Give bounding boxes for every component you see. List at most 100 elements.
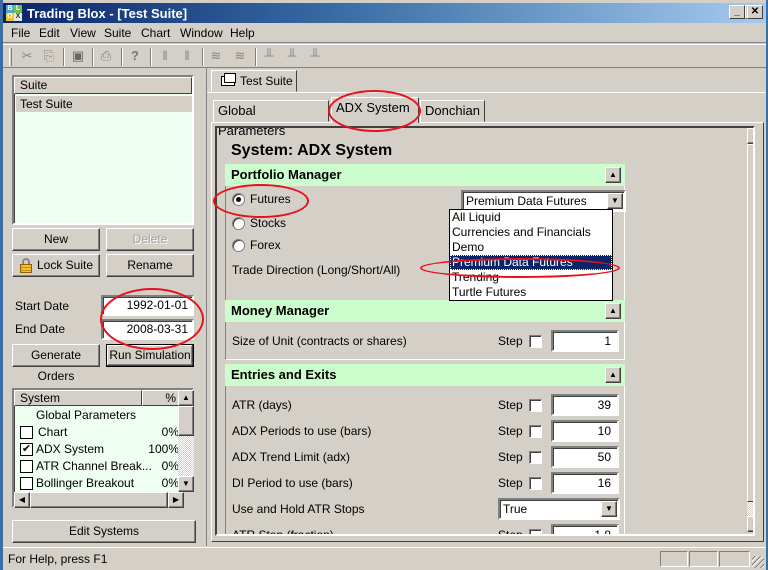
suite-list[interactable]: Suite Test Suite [12, 75, 194, 225]
scroll-up-button[interactable]: ▲ [747, 128, 753, 144]
end-date-input[interactable]: 2008-03-31 [101, 319, 194, 340]
step-checkbox[interactable] [529, 451, 542, 464]
system-list-item[interactable]: Chart 0% [14, 424, 179, 441]
system-group-global[interactable]: Global Parameters [14, 407, 179, 424]
system-checkbox[interactable] [20, 477, 33, 490]
new-suite-button[interactable]: New [12, 228, 100, 251]
paste-icon[interactable]: ▣ [70, 48, 86, 64]
system-checkbox-checked[interactable]: ✔ [20, 443, 33, 456]
entries-exits-header[interactable]: Entries and Exits ▲ [225, 364, 625, 386]
trades-chart-icon[interactable]: ╨ [261, 48, 277, 64]
menu-view[interactable]: View [70, 26, 96, 40]
resize-grip-icon[interactable] [752, 556, 764, 568]
portfolio-manager-header[interactable]: Portfolio Manager ▲ [225, 164, 625, 186]
hold-atr-stops-select[interactable]: True ▼ [498, 498, 620, 520]
menu-edit[interactable]: Edit [39, 26, 60, 40]
close-button[interactable]: ✕ [747, 5, 763, 19]
tab-donchian[interactable]: Donchian [420, 100, 485, 122]
collapse-up-icon[interactable]: ▲ [605, 367, 621, 383]
stocks-radio[interactable] [232, 217, 245, 230]
scroll-up-button[interactable]: ▲ [178, 390, 194, 406]
forex-radio[interactable] [232, 239, 245, 252]
h-scroll-thumb[interactable] [30, 492, 168, 508]
trades-chart-alt-icon[interactable]: ╨ [284, 48, 300, 64]
scroll-left-button[interactable]: ◀ [14, 492, 30, 508]
dropdown-arrow-icon[interactable]: ▼ [607, 193, 623, 209]
step-checkbox[interactable] [529, 399, 542, 412]
system-name: Bollinger Breakout [36, 476, 135, 490]
chart-bars-icon[interactable]: ‖ [157, 48, 173, 64]
run-simulation-button[interactable]: Run Simulation [106, 344, 194, 367]
menu-help[interactable]: Help [230, 26, 255, 40]
dropdown-option[interactable]: Demo [450, 240, 612, 255]
scroll-thumb[interactable] [747, 144, 753, 502]
di-period-input[interactable]: 16 [551, 472, 619, 494]
dropdown-option[interactable]: Turtle Futures [450, 285, 612, 300]
minimize-button[interactable]: _ [729, 5, 745, 19]
atr-stop-input[interactable]: 1.8 [551, 524, 619, 534]
system-list-item[interactable]: Bollinger Breakout 0% [14, 475, 179, 492]
generate-orders-button[interactable]: Generate Orders [12, 344, 100, 383]
menu-chart[interactable]: Chart [141, 26, 170, 40]
futures-label[interactable]: Futures [250, 192, 291, 206]
system-list[interactable]: System % Global Parameters Chart 0% ✔ AD… [12, 388, 194, 508]
portfolio-dropdown-list[interactable]: All Liquid Currencies and Financials Dem… [449, 209, 613, 301]
dropdown-option[interactable]: Trending [450, 270, 612, 285]
dropdown-option[interactable]: All Liquid [450, 210, 612, 225]
adx-trend-limit-input[interactable]: 50 [551, 446, 619, 468]
trade-direction-label: Trade Direction (Long/Short/All) [232, 263, 401, 277]
atr-days-input[interactable]: 39 [551, 394, 619, 416]
cut-icon[interactable]: ✂ [19, 48, 35, 64]
step-checkbox[interactable] [529, 529, 542, 534]
delete-suite-button[interactable]: Delete [106, 228, 194, 251]
scroll-right-button[interactable]: ▶ [168, 492, 184, 508]
edit-systems-button[interactable]: Edit Systems [12, 520, 196, 543]
content-scrollbar[interactable]: ▲ ▼ [747, 128, 753, 534]
chart-bars-alt-icon[interactable]: ‖ [179, 48, 195, 64]
step-checkbox[interactable] [529, 335, 542, 348]
adx-periods-input[interactable]: 10 [551, 420, 619, 442]
toolbar-grip[interactable] [9, 48, 12, 66]
lock-suite-button[interactable]: Lock Suite [12, 254, 100, 277]
menu-suite[interactable]: Suite [104, 26, 131, 40]
h-scrollbar[interactable]: ◀ ▶ [14, 492, 194, 508]
dropdown-option[interactable]: Currencies and Financials [450, 225, 612, 240]
tab-adx-system[interactable]: ADX System [331, 97, 419, 123]
system-checkbox[interactable] [20, 460, 33, 473]
equity-curve-icon[interactable]: ≋ [208, 48, 224, 64]
trades-chart-third-icon[interactable]: ╨ [307, 48, 323, 64]
rename-suite-button[interactable]: Rename [106, 254, 194, 277]
suite-list-item[interactable]: Test Suite [16, 96, 192, 112]
menu-file[interactable]: File [11, 26, 30, 40]
start-date-input[interactable]: 1992-01-01 [101, 295, 194, 316]
stocks-label[interactable]: Stocks [250, 216, 286, 230]
forex-label[interactable]: Forex [250, 238, 281, 252]
dropdown-arrow-icon[interactable]: ▼ [601, 501, 617, 517]
system-list-item[interactable]: ATR Channel Break... 0% [14, 458, 179, 475]
size-of-unit-input[interactable]: 1 [551, 330, 619, 352]
scroll-down-button[interactable]: ▼ [178, 476, 194, 492]
system-column-header[interactable]: System [14, 390, 142, 406]
step-checkbox[interactable] [529, 425, 542, 438]
system-list-item[interactable]: ✔ ADX System 100% [14, 441, 179, 458]
menu-window[interactable]: Window [180, 26, 223, 40]
equity-curve-alt-icon[interactable]: ≋ [232, 48, 248, 64]
copy-icon[interactable]: ⎘ [41, 48, 57, 64]
tab-global-parameters[interactable]: Global Parameters [213, 100, 329, 138]
scroll-down-button[interactable]: ▼ [747, 516, 753, 532]
system-name: ATR Channel Break... [36, 459, 152, 473]
help-icon[interactable]: ? [127, 48, 143, 64]
collapse-up-icon[interactable]: ▲ [605, 303, 621, 319]
dropdown-option-selected[interactable]: Premium Data Futures [450, 255, 612, 270]
suite-list-header[interactable]: Suite [14, 77, 192, 94]
entries-exits-body: ATR (days) Step 39 ADX Periods to use (b… [225, 386, 625, 534]
percent-column-header[interactable]: % [142, 390, 179, 406]
futures-radio[interactable] [232, 193, 245, 206]
system-checkbox[interactable] [20, 426, 33, 439]
step-checkbox[interactable] [529, 477, 542, 490]
scroll-thumb[interactable] [178, 406, 194, 436]
collapse-up-icon[interactable]: ▲ [605, 167, 621, 183]
money-manager-header[interactable]: Money Manager ▲ [225, 300, 625, 322]
doc-tab-test-suite[interactable]: Test Suite [211, 70, 297, 92]
print-icon[interactable]: ⎙ [98, 48, 114, 64]
